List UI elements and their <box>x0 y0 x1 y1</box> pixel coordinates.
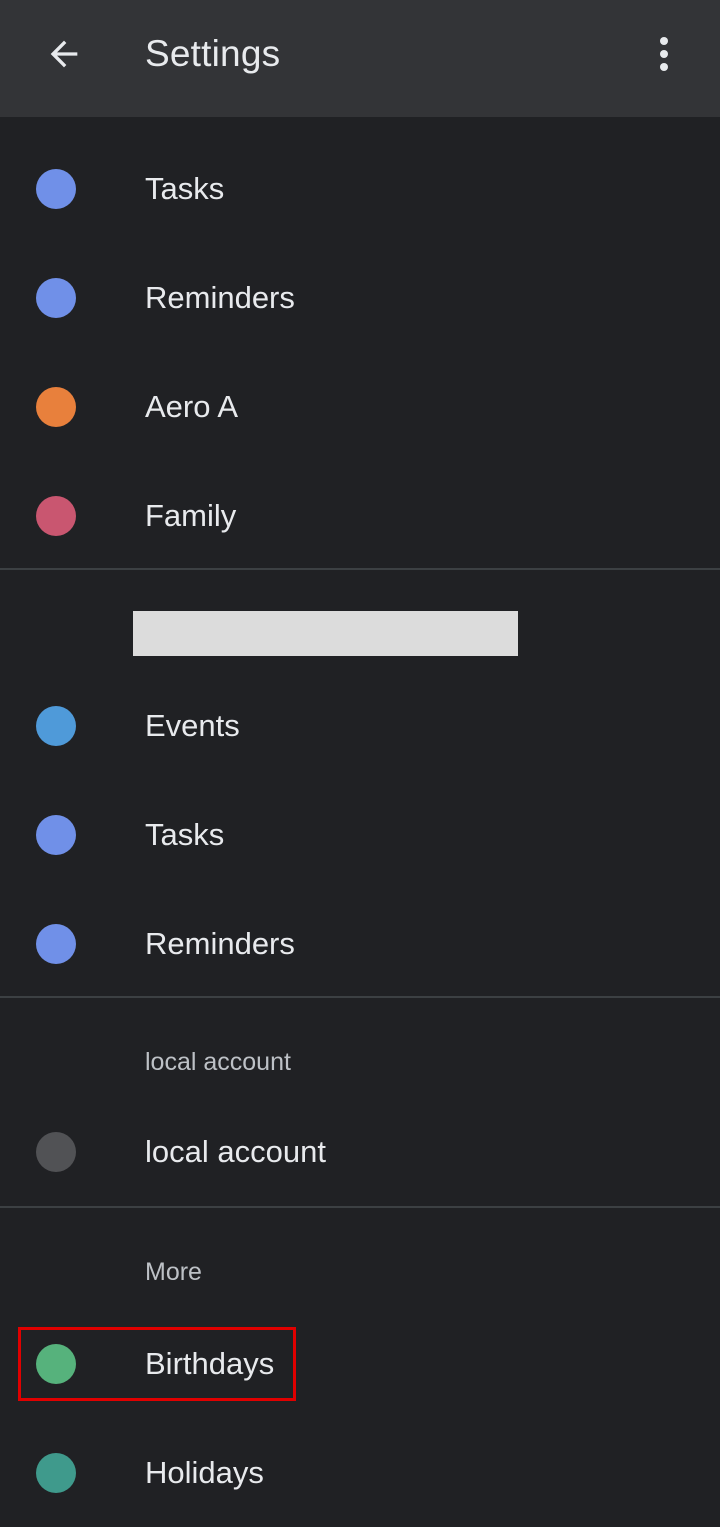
redacted-account-header <box>133 611 518 656</box>
section-divider <box>0 1206 720 1208</box>
calendar-item-aero-a[interactable]: Aero A <box>0 352 720 461</box>
calendar-color-dot <box>36 705 76 746</box>
calendar-item-birthdays[interactable]: Birthdays <box>0 1309 720 1418</box>
arrow-back-icon <box>50 40 78 68</box>
calendar-color-dot <box>36 1452 76 1493</box>
calendar-item-reminders[interactable]: Reminders <box>0 243 720 352</box>
more-options-button[interactable] <box>628 22 700 86</box>
calendar-item-label: Tasks <box>145 170 225 206</box>
calendar-item-label: Events <box>145 707 240 743</box>
calendar-item-tasks-2[interactable]: Tasks <box>0 780 720 889</box>
calendar-item-label: Holidays <box>145 1454 264 1490</box>
calendar-item-label: Birthdays <box>145 1345 275 1381</box>
calendar-item-label: Reminders <box>145 925 295 961</box>
calendar-item-reminders-2[interactable]: Reminders <box>0 889 720 998</box>
calendar-color-dot <box>36 386 76 427</box>
calendar-color-dot <box>36 277 76 318</box>
calendar-item-local-account[interactable]: local account <box>0 1097 720 1206</box>
calendar-item-label: local account <box>145 1133 326 1169</box>
section-header-local-account: local account <box>145 1048 291 1076</box>
calendar-color-dot <box>36 814 76 855</box>
section-divider <box>0 568 720 570</box>
section-header-more: More <box>145 1258 202 1286</box>
back-button[interactable] <box>32 22 96 86</box>
calendar-color-dot <box>36 168 76 209</box>
calendar-color-dot <box>36 495 76 536</box>
page-title: Settings <box>145 33 281 74</box>
section-divider <box>0 996 720 998</box>
more-vert-icon <box>660 37 668 71</box>
calendar-color-dot <box>36 1343 76 1384</box>
calendar-item-family[interactable]: Family <box>0 461 720 570</box>
calendar-item-label: Aero A <box>145 388 239 424</box>
calendar-item-label: Family <box>145 497 237 533</box>
app-bar: Settings <box>0 0 720 117</box>
calendar-color-dot <box>36 923 76 964</box>
calendar-color-dot <box>36 1131 76 1172</box>
calendar-item-holidays[interactable]: Holidays <box>0 1418 720 1527</box>
calendar-item-events[interactable]: Events <box>0 671 720 780</box>
calendar-item-tasks[interactable]: Tasks <box>0 134 720 243</box>
calendar-item-label: Reminders <box>145 279 295 315</box>
calendar-item-label: Tasks <box>145 816 225 852</box>
